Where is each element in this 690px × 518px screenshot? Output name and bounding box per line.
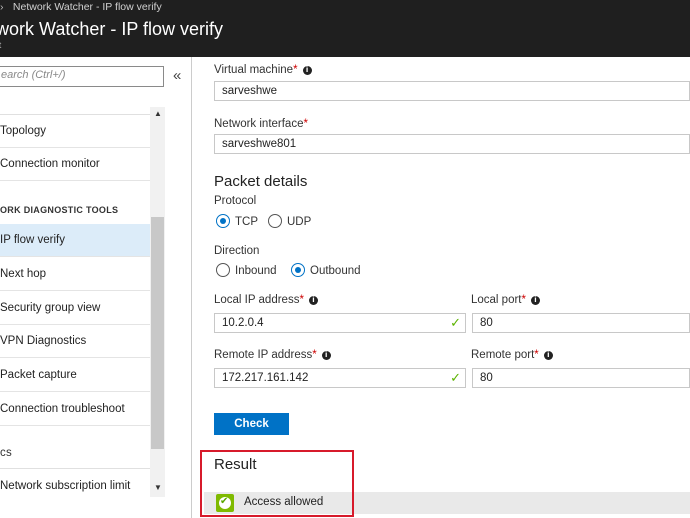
direction-label: Direction xyxy=(214,245,260,257)
required-marker: * xyxy=(312,349,317,361)
scroll-up-icon[interactable]: ▲ xyxy=(152,109,164,118)
radio-icon[interactable] xyxy=(268,214,282,228)
scroll-down-icon[interactable]: ▼ xyxy=(152,483,164,492)
packet-details-title: Packet details xyxy=(214,173,308,190)
protocol-label: Protocol xyxy=(214,195,257,207)
sidebar-item-connection-monitor[interactable]: Connection monitor xyxy=(0,148,150,181)
local-ip-label: Local IP address* i xyxy=(214,294,318,306)
nic-label: Network interface* xyxy=(214,118,308,130)
info-icon[interactable]: i xyxy=(321,351,331,360)
info-icon[interactable]: i xyxy=(302,66,312,75)
vm-label: Virtual machine* i xyxy=(214,64,312,76)
sidebar-item-connection-troubleshoot[interactable]: Connection troubleshoot xyxy=(0,393,150,426)
breadcrumb: › Network Watcher - IP flow verify xyxy=(0,0,162,14)
radio-selected-icon[interactable] xyxy=(291,263,305,277)
search-input[interactable]: earch (Ctrl+/) xyxy=(0,66,164,87)
direction-outbound-radio[interactable]: Outbound xyxy=(291,262,361,280)
page-title: work Watcher - IP flow verify xyxy=(0,19,224,39)
main-panel: Virtual machine* i sarveshwe Network inte… xyxy=(192,57,690,518)
remote-ip-input[interactable]: 172.217.161.142 ✓ xyxy=(214,368,466,388)
sidebar-item-vpn-diagnostics[interactable]: VPN Diagnostics xyxy=(0,325,150,358)
info-icon[interactable]: i xyxy=(543,351,553,360)
collapse-sidebar-icon[interactable]: « xyxy=(173,67,181,84)
sidebar-item-next-hop[interactable]: Next hop xyxy=(0,258,150,291)
radio-selected-icon[interactable] xyxy=(216,214,230,228)
remote-port-input[interactable]: 80 xyxy=(472,368,690,388)
section-heading: cs xyxy=(0,447,13,459)
sidebar: earch (Ctrl+/) « ▲ ▼ Topology Connection… xyxy=(0,57,192,518)
local-port-label: Local port* i xyxy=(471,294,540,306)
sidebar-item-topology[interactable]: Topology xyxy=(0,115,150,148)
sidebar-item-security-group-view[interactable]: Security group view xyxy=(0,292,150,325)
required-marker: * xyxy=(534,349,539,361)
sidebar-item-ip-flow-verify[interactable]: IP flow verify xyxy=(0,224,150,257)
vm-select[interactable]: sarveshwe xyxy=(214,81,690,101)
required-marker: * xyxy=(303,118,308,130)
protocol-udp-radio[interactable]: UDP xyxy=(268,213,311,231)
local-port-input[interactable]: 80 xyxy=(472,313,690,333)
direction-inbound-radio[interactable]: Inbound xyxy=(216,262,277,280)
info-icon[interactable]: i xyxy=(308,296,318,305)
required-marker: * xyxy=(293,64,298,76)
info-icon[interactable]: i xyxy=(531,296,540,305)
checkmark-icon: ✓ xyxy=(450,371,461,386)
highlight-box xyxy=(200,450,354,517)
chevron-right-icon: › xyxy=(0,1,4,13)
breadcrumb-item[interactable]: Network Watcher - IP flow verify xyxy=(13,1,162,13)
check-button[interactable]: Check xyxy=(214,413,289,435)
required-marker: * xyxy=(299,294,304,306)
page-subtitle: ft xyxy=(0,40,1,51)
scrollbar-thumb[interactable] xyxy=(151,217,164,449)
local-ip-input[interactable]: 10.2.0.4 ✓ xyxy=(214,313,466,333)
nic-select[interactable]: sarveshwe801 xyxy=(214,134,690,154)
remote-port-label: Remote port* i xyxy=(471,349,553,361)
section-heading: ORK DIAGNOSTIC TOOLS xyxy=(0,205,119,215)
required-marker: * xyxy=(521,294,526,306)
divider xyxy=(0,468,150,469)
protocol-tcp-radio[interactable]: TCP xyxy=(216,213,258,231)
radio-icon[interactable] xyxy=(216,263,230,277)
blade-header: › Network Watcher - IP flow verify work … xyxy=(0,0,690,57)
checkmark-icon: ✓ xyxy=(450,316,461,331)
sidebar-item-network-subscription-limit[interactable]: Network subscription limit xyxy=(0,470,150,503)
remote-ip-label: Remote IP address* i xyxy=(214,349,331,361)
sidebar-item-packet-capture[interactable]: Packet capture xyxy=(0,359,150,392)
